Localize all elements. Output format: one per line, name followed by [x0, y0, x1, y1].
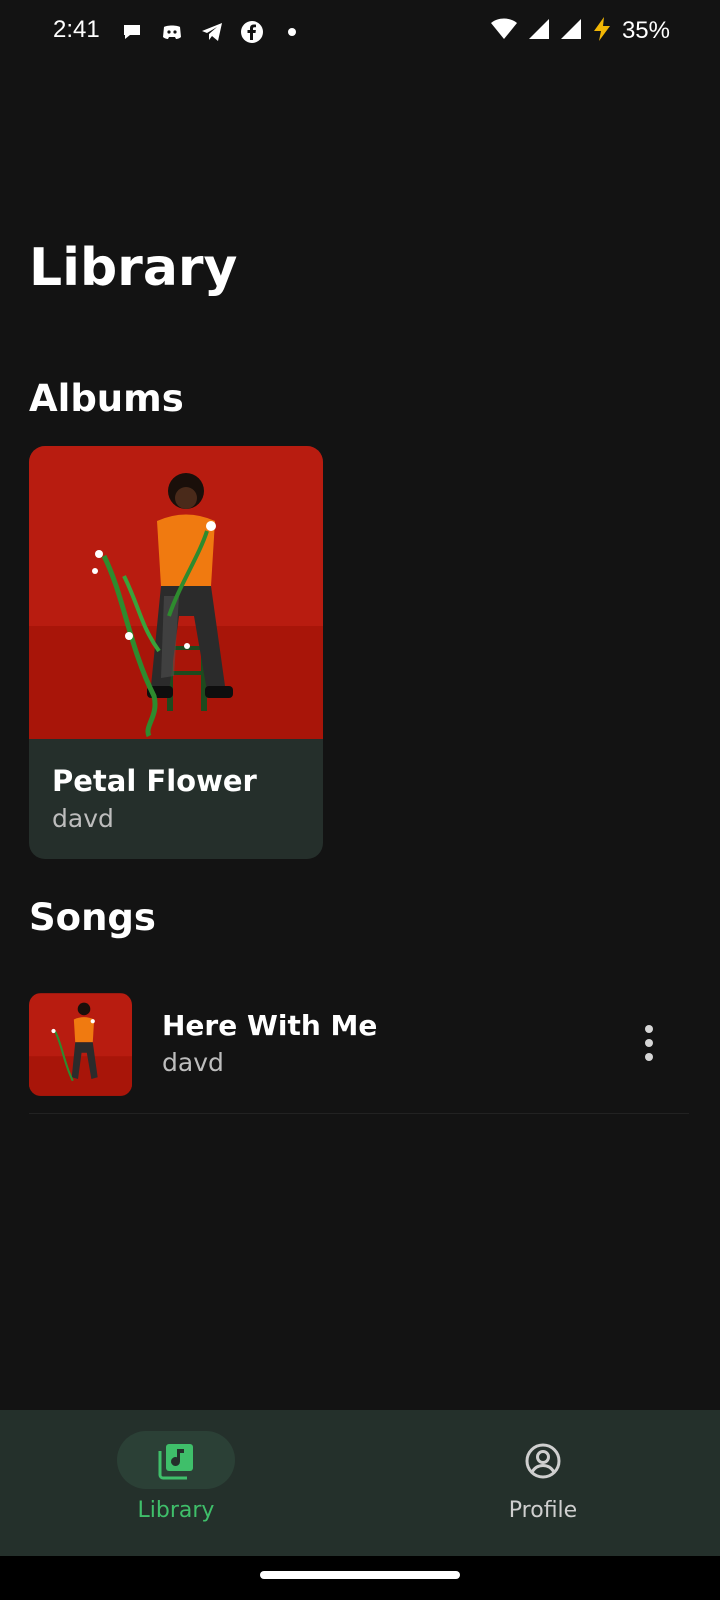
signal-icon-2 — [560, 18, 582, 44]
nav-label-library: Library — [137, 1498, 215, 1523]
nav-item-profile[interactable]: Profile — [360, 1410, 720, 1556]
album-artist: davd — [52, 804, 114, 833]
gesture-bar — [0, 1556, 720, 1600]
song-thumbnail — [29, 993, 132, 1096]
discord-icon — [160, 20, 184, 44]
bottom-navigation: Library Profile — [0, 1410, 720, 1556]
dot-icon — [280, 20, 304, 44]
songs-heading: Songs — [29, 896, 156, 939]
battery-percent: 35% — [621, 17, 670, 44]
song-artist: davd — [162, 1048, 224, 1077]
telegram-icon — [200, 20, 224, 44]
song-row[interactable]: Here With Me davd — [29, 993, 689, 1114]
charging-icon — [592, 16, 612, 46]
chat-bubble-icon — [120, 20, 144, 44]
more-dot — [645, 1053, 653, 1061]
album-cover — [29, 446, 323, 739]
album-card[interactable]: Petal Flower davd — [29, 446, 323, 859]
profile-icon — [525, 1443, 561, 1479]
more-dot — [645, 1025, 653, 1033]
albums-heading: Albums — [29, 377, 184, 420]
more-dot — [645, 1039, 653, 1047]
status-bar: 2:41 35% — [0, 0, 720, 68]
home-indicator[interactable] — [260, 1571, 460, 1579]
page-title: Library — [29, 238, 238, 298]
music-library-icon — [158, 1444, 193, 1480]
signal-icon — [528, 18, 550, 44]
album-name: Petal Flower — [52, 764, 257, 798]
notification-icons — [120, 20, 304, 44]
nav-item-library[interactable]: Library — [0, 1410, 360, 1556]
more-options-icon[interactable] — [634, 1018, 664, 1068]
song-title: Here With Me — [162, 1009, 378, 1042]
facebook-icon — [240, 20, 264, 44]
nav-label-profile: Profile — [508, 1498, 578, 1523]
system-status-icons: 35% — [490, 16, 670, 46]
wifi-icon — [490, 17, 518, 45]
status-time: 2:41 — [53, 16, 100, 43]
